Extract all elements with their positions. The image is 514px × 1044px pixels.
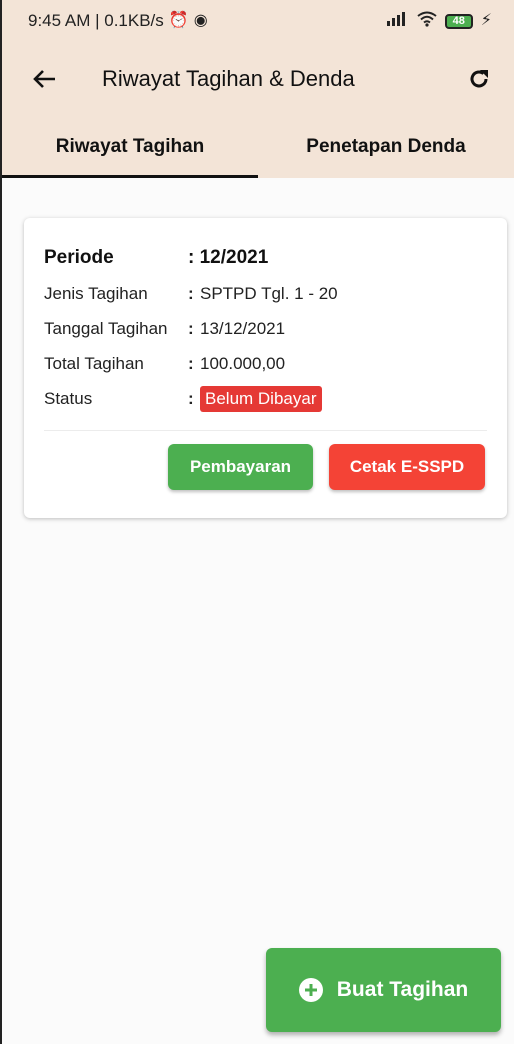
jenis-tagihan-row: Jenis Tagihan : SPTPD Tgl. 1 - 20 bbox=[44, 276, 487, 311]
cetak-esspd-button[interactable]: Cetak E-SSPD bbox=[329, 444, 485, 490]
tanggal-tagihan-row: Tanggal Tagihan : 13/12/2021 bbox=[44, 311, 487, 346]
jenis-tagihan-value: SPTPD Tgl. 1 - 20 bbox=[200, 283, 338, 303]
app-bar: Riwayat Tagihan & Denda bbox=[2, 42, 514, 116]
status-row: Status : Belum Dibayar bbox=[44, 381, 487, 416]
refresh-icon bbox=[470, 70, 488, 88]
wifi-icon bbox=[417, 11, 437, 31]
jenis-tagihan-label: Jenis Tagihan bbox=[44, 283, 148, 303]
battery-icon: 48 bbox=[444, 13, 473, 29]
status-label: Status bbox=[44, 388, 93, 408]
buat-tagihan-button[interactable]: Buat Tagihan bbox=[266, 948, 501, 1032]
signal-icon bbox=[386, 12, 409, 30]
lightning-icon: ⚡ bbox=[480, 12, 492, 29]
tab-bar: Riwayat Tagihan Penetapan Denda bbox=[2, 116, 514, 178]
page-title: Riwayat Tagihan & Denda bbox=[102, 66, 355, 91]
row-colon: : bbox=[188, 388, 194, 408]
periode-label: Periode bbox=[44, 247, 114, 268]
refresh-button[interactable] bbox=[454, 54, 504, 104]
alarm-clock-icon: ⏰ bbox=[168, 12, 189, 29]
back-button[interactable] bbox=[14, 49, 74, 109]
card-actions: Pembayaran Cetak E-SSPD bbox=[44, 444, 487, 490]
pembayaran-button[interactable]: Pembayaran bbox=[168, 444, 313, 490]
tab-penetapan-denda[interactable]: Penetapan Denda bbox=[258, 116, 514, 178]
bill-card: Periode : 12/2021 Jenis Tagihan : SPTPD … bbox=[24, 218, 507, 518]
plus-circle-icon bbox=[298, 978, 323, 1002]
app-notification-icon: ◉ bbox=[193, 12, 208, 29]
status-bar: 9:45 AM | 0.1KB/s ⏰ ◉ 48 ⚡ bbox=[2, 0, 514, 42]
status-badge: Belum Dibayar bbox=[200, 385, 322, 412]
total-tagihan-row: Total Tagihan : 100.000,00 bbox=[44, 346, 487, 381]
row-colon: : bbox=[188, 318, 194, 338]
row-colon: : bbox=[188, 353, 194, 373]
total-tagihan-value: 100.000,00 bbox=[200, 353, 286, 373]
tanggal-tagihan-label: Tanggal Tagihan bbox=[44, 318, 168, 338]
tab-riwayat-tagihan[interactable]: Riwayat Tagihan bbox=[2, 116, 258, 178]
arrow-left-icon bbox=[33, 70, 55, 88]
card-divider bbox=[44, 430, 487, 431]
tanggal-tagihan-value: 13/12/2021 bbox=[200, 318, 286, 338]
periode-value: : 12/2021 bbox=[188, 247, 269, 268]
status-left: 9:45 AM | 0.1KB/s ⏰ ◉ bbox=[28, 11, 208, 31]
total-tagihan-label: Total Tagihan bbox=[44, 353, 144, 373]
periode-row: Periode : 12/2021 bbox=[44, 240, 487, 276]
status-right: 48 ⚡ bbox=[386, 11, 492, 31]
row-colon: : bbox=[188, 283, 194, 303]
buat-tagihan-label: Buat Tagihan bbox=[336, 978, 469, 1001]
status-time-speed: 9:45 AM | 0.1KB/s bbox=[28, 11, 164, 30]
